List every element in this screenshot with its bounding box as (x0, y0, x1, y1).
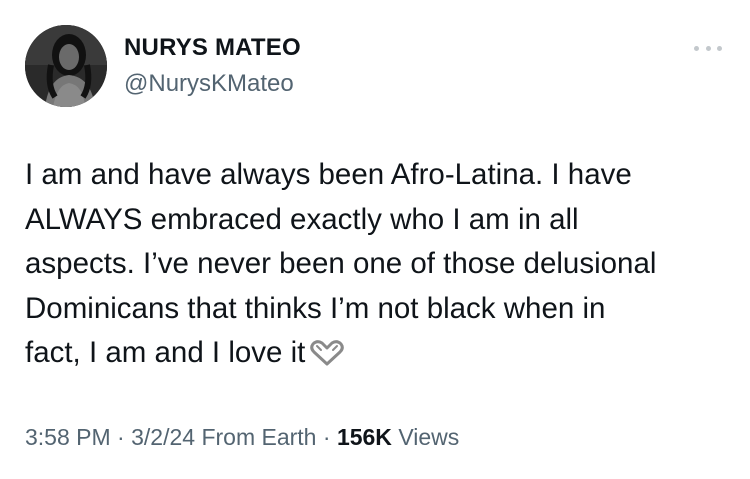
more-dot (705, 45, 711, 51)
user-handle[interactable]: @NurysKMateo (124, 70, 294, 98)
heart-hands-emoji (309, 335, 345, 380)
tweet-text: I am and have always been Afro-Latina. I… (25, 153, 725, 380)
tweet-text-line: ALWAYS embraced exactly who I am in all (25, 202, 579, 236)
tweet-text-line: Dominicans that thinks I’m not black whe… (25, 291, 606, 325)
views-label: Views (398, 424, 460, 450)
tweet-text-line-last: fact, I am and I love it (25, 331, 725, 380)
views-count[interactable]: 156K (337, 424, 392, 450)
more-dot (694, 45, 699, 51)
tweet-text-line: aspects. I’ve never been one of those de… (25, 247, 657, 280)
tweet-text-line: I am and have always been Afro-Latina. I… (25, 158, 632, 191)
more-dot (717, 45, 722, 51)
more-horizontal-icon[interactable] (694, 42, 722, 54)
tweet-meta: 3:58 PM · 3/2/24 From Earth · 156K Views (25, 424, 459, 451)
tweet-text-line: fact, I am and I love it (25, 336, 306, 369)
tweet-card: NURYS MATEO @NurysKMateo I am and have a… (0, 0, 750, 479)
tweet-date[interactable]: 3/2/24 (131, 424, 195, 450)
tweet-time[interactable]: 3:58 PM (25, 424, 111, 450)
meta-separator: · (322, 424, 331, 450)
display-name[interactable]: NURYS MATEO (124, 34, 301, 62)
avatar-photo (25, 25, 107, 107)
meta-separator: · (117, 424, 125, 450)
avatar[interactable] (25, 25, 107, 107)
tweet-source: From Earth (201, 424, 317, 450)
